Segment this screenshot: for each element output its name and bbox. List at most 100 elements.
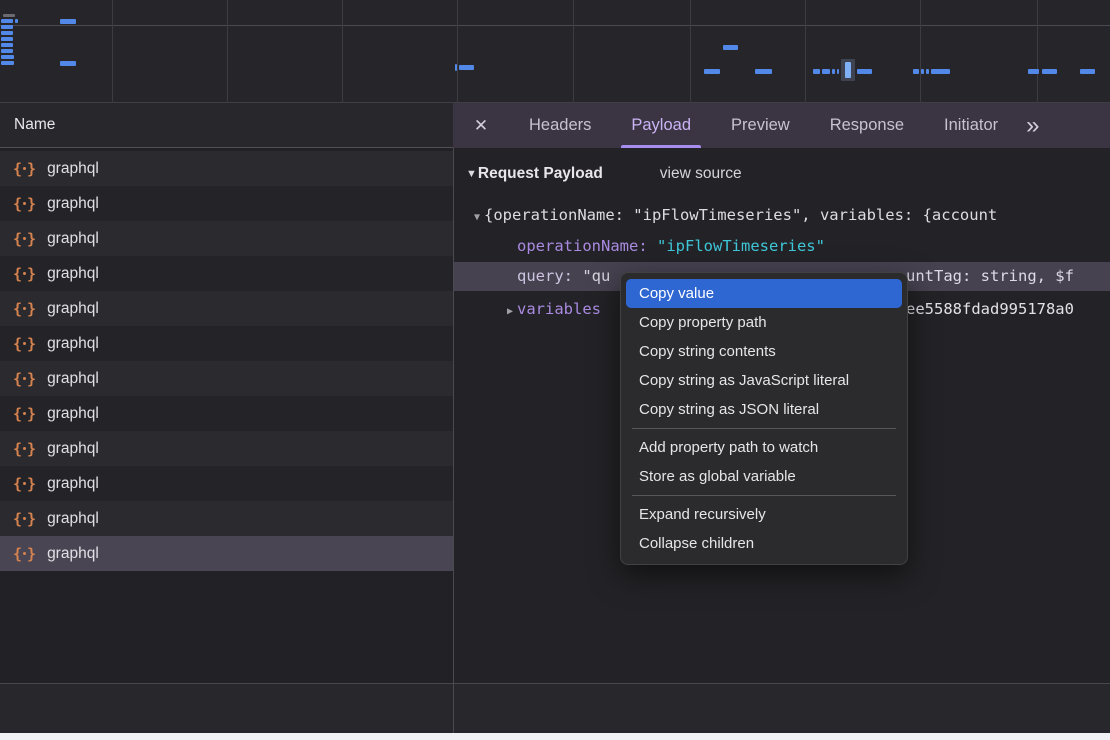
timeline-bar — [60, 61, 76, 66]
request-name: graphql — [47, 545, 99, 563]
timeline-bar — [723, 45, 738, 50]
request-row[interactable]: {}graphql — [0, 256, 453, 291]
request-list: {} graphql {} graphql {} graphql {} graphql {} gr… — [0, 148, 453, 683]
request-row[interactable]: {} graphql — [0, 361, 453, 396]
overview-vertical-gridline — [227, 0, 228, 103]
timeline-bar — [832, 69, 835, 74]
overview-vertical-gridline — [1037, 0, 1038, 103]
timeline-bar — [1042, 69, 1057, 74]
property-value-right-fragment: untTag: string, $f — [906, 262, 1074, 291]
payload-root-row[interactable]: ▼{operationName: "ipFlowTimeseries", var… — [454, 201, 1110, 230]
request-payload-section-header[interactable]: ▼ Request Payload view source — [466, 165, 742, 183]
network-overview-timeline[interactable] — [0, 0, 1110, 103]
json-braces-icon: {} — [13, 370, 36, 388]
request-row[interactable]: {} graphql — [0, 536, 453, 571]
property-key: query: — [517, 267, 573, 285]
context-menu: Copy valueCopy property pathCopy string … — [620, 272, 908, 565]
menu-item-copy-property-path[interactable]: Copy property path — [626, 308, 902, 337]
timeline-bar — [1028, 69, 1039, 74]
timeline-bar — [857, 69, 872, 74]
timeline-bar — [921, 69, 924, 74]
timeline-bar — [15, 19, 18, 23]
timeline-bar — [60, 19, 76, 24]
tab-strip: HeadersPayloadPreviewResponseInitiator — [509, 103, 1018, 148]
root-expand-triangle-icon[interactable]: ▼ — [470, 203, 484, 230]
request-name: graphql — [47, 335, 99, 353]
timeline-bar — [1, 31, 13, 35]
json-icon-dot — [23, 237, 26, 240]
overview-horizontal-gridline — [0, 25, 1110, 26]
request-row[interactable]: {}graphql — [0, 151, 453, 186]
timeline-bar — [1, 19, 13, 23]
timeline-bar — [1, 37, 13, 41]
json-braces-icon: {} — [13, 335, 36, 353]
overview-vertical-gridline — [112, 0, 113, 103]
json-icon-dot — [23, 412, 26, 415]
menu-separator — [632, 428, 896, 429]
tab-headers[interactable]: Headers — [509, 103, 611, 148]
root-preview-text: {operationName: "ipFlowTimeseries", vari… — [484, 206, 997, 224]
request-row[interactable]: {}graphql — [0, 186, 453, 221]
request-row[interactable]: {} graphql — [0, 466, 453, 501]
menu-item-collapse-children[interactable]: Collapse children — [626, 529, 902, 558]
timeline-bar — [704, 69, 720, 74]
overview-vertical-gridline — [457, 0, 458, 103]
timeline-bar — [755, 69, 772, 74]
json-braces-icon: {} — [13, 405, 36, 423]
timeline-bar — [1, 49, 13, 53]
timeline-bar — [813, 69, 820, 74]
menu-item-add-property-path-to-watch[interactable]: Add property path to watch — [626, 433, 902, 462]
request-row[interactable]: {}graphql — [0, 291, 453, 326]
request-name: graphql — [47, 475, 99, 493]
request-name: graphql — [47, 370, 99, 388]
timeline-bar — [837, 69, 839, 74]
overview-vertical-gridline — [573, 0, 574, 103]
tab-response[interactable]: Response — [810, 103, 924, 148]
timeline-bar — [931, 69, 950, 74]
timeline-bar — [1, 61, 14, 65]
json-braces-icon: {} — [13, 230, 36, 248]
tab-preview[interactable]: Preview — [711, 103, 810, 148]
menu-separator — [632, 495, 896, 496]
json-icon-dot — [23, 552, 26, 555]
menu-item-store-as-global-variable[interactable]: Store as global variable — [626, 462, 902, 491]
request-row[interactable]: {} graphql — [0, 326, 453, 361]
request-name: graphql — [47, 405, 99, 423]
pane-divider[interactable] — [453, 148, 454, 733]
timeline-bar — [455, 64, 457, 71]
request-row[interactable]: {} graphql — [0, 396, 453, 431]
menu-item-expand-recursively[interactable]: Expand recursively — [626, 500, 902, 529]
menu-item-copy-string-contents[interactable]: Copy string contents — [626, 337, 902, 366]
json-icon-dot — [23, 377, 26, 380]
page-bottom-strip — [0, 733, 1110, 740]
json-icon-dot — [23, 202, 26, 205]
summary-footer — [0, 683, 1110, 733]
request-name: graphql — [47, 195, 99, 213]
close-icon[interactable]: ✕ — [453, 116, 509, 136]
name-column-header[interactable]: Name — [0, 103, 453, 148]
payload-operationname-row[interactable]: operationName: "ipFlowTimeseries" — [454, 232, 1110, 261]
json-braces-icon: {} — [13, 545, 36, 563]
menu-item-copy-string-as-javascript-literal[interactable]: Copy string as JavaScript literal — [626, 366, 902, 395]
request-row[interactable]: {}graphql — [0, 431, 453, 466]
request-row[interactable]: {}graphql — [0, 501, 453, 536]
name-column-label: Name — [14, 116, 55, 134]
menu-item-copy-string-as-json-literal[interactable]: Copy string as JSON literal — [626, 395, 902, 424]
json-icon-dot — [23, 307, 26, 310]
json-braces-icon: {} — [13, 475, 36, 493]
view-source-link[interactable]: view source — [660, 165, 742, 183]
property-key: variables — [517, 300, 601, 318]
timeline-bar — [1080, 69, 1095, 74]
tab-payload[interactable]: Payload — [611, 103, 711, 148]
timeline-bar — [926, 69, 929, 74]
more-tabs-icon[interactable]: » — [1026, 103, 1039, 148]
request-name: graphql — [47, 510, 99, 528]
request-row[interactable]: {}graphql — [0, 221, 453, 256]
tab-initiator[interactable]: Initiator — [924, 103, 1018, 148]
json-braces-icon: {} — [13, 160, 36, 178]
json-icon-dot — [23, 517, 26, 520]
timeline-bar — [1, 55, 14, 59]
variables-collapsed-triangle-icon[interactable]: ▶ — [503, 297, 517, 324]
menu-item-copy-value[interactable]: Copy value — [626, 279, 902, 308]
section-expand-triangle-icon[interactable]: ▼ — [466, 168, 477, 180]
